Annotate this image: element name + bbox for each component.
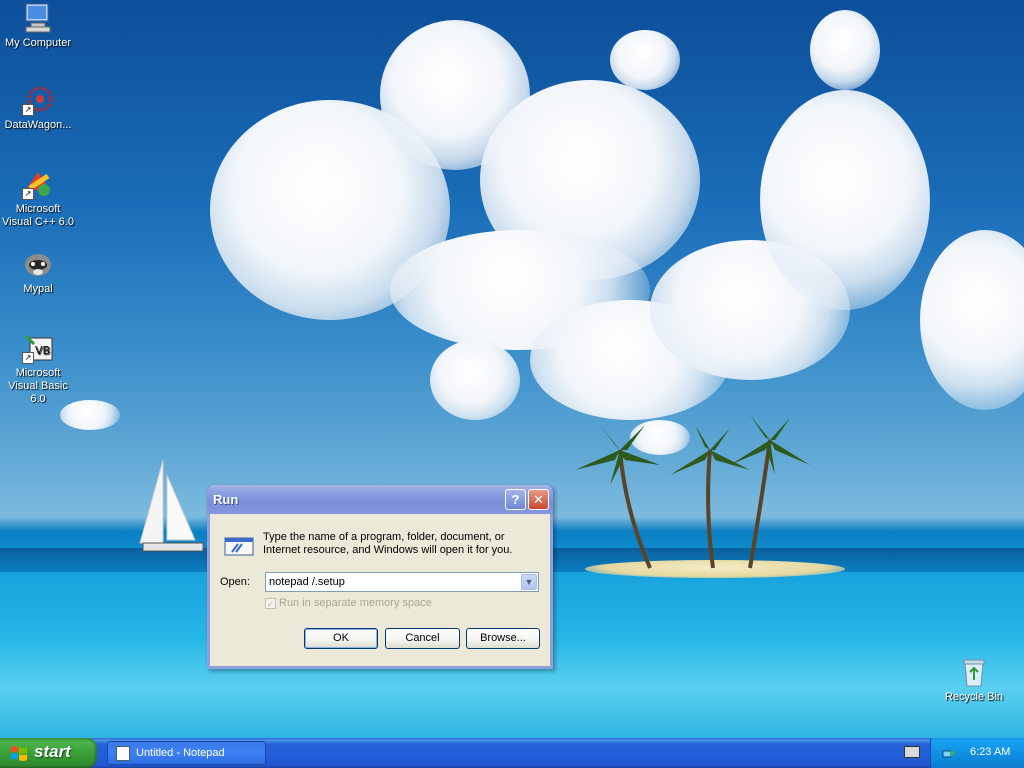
recycle-bin-icon (958, 656, 990, 688)
separate-memory-label: Run in separate memory space (279, 597, 432, 609)
desktop-icon-visual-basic[interactable]: VB ↗ Microsoft Visual Basic 6.0 (0, 332, 76, 406)
system-tray: 6:23 AM (930, 738, 1024, 768)
run-icon (222, 534, 256, 558)
desktop-icon-datawagon[interactable]: ↗ DataWagon... (0, 84, 76, 132)
cloud (760, 90, 930, 310)
open-label: Open: (220, 576, 250, 588)
run-dialog-title: Run (213, 492, 239, 507)
taskbar: start Untitled - Notepad 6:23 AM (0, 738, 1024, 768)
clock[interactable]: 6:23 AM (970, 746, 1010, 758)
desktop-icon-my-computer[interactable]: My Computer (0, 2, 76, 50)
palm-trees (575, 415, 810, 569)
visual-basic-icon: VB ↗ (22, 332, 54, 364)
open-input[interactable] (269, 575, 517, 589)
cancel-button[interactable]: Cancel (385, 628, 460, 649)
network-icon[interactable] (942, 746, 956, 760)
shortcut-arrow-icon: ↗ (22, 352, 34, 364)
shortcut-arrow-icon: ↗ (22, 104, 34, 116)
run-dialog-body: Type the name of a program, folder, docu… (210, 514, 550, 666)
my-computer-icon (22, 2, 54, 34)
icon-label: Microsoft Visual C++ 6.0 (2, 203, 74, 228)
separate-memory-checkbox[interactable]: ✓ (265, 598, 276, 609)
sailboat (139, 459, 204, 552)
shortcut-arrow-icon: ↗ (22, 188, 34, 200)
cloud (610, 30, 680, 90)
desktop-icon-visual-cpp[interactable]: ↗ Microsoft Visual C++ 6.0 (0, 168, 76, 229)
taskbar-button-label: Untitled - Notepad (136, 747, 225, 759)
run-dialog-titlebar[interactable]: Run ? ✕ (207, 485, 553, 514)
ok-button[interactable]: OK (304, 628, 378, 649)
keyboard-icon[interactable] (904, 746, 920, 758)
open-combobox[interactable]: ▼ (265, 572, 539, 592)
icon-label: DataWagon... (4, 119, 72, 131)
taskbar-button-notepad[interactable]: Untitled - Notepad (107, 741, 266, 765)
desktop-icon-recycle-bin[interactable]: Recycle Bin (936, 656, 1012, 704)
icon-label: Recycle Bin (944, 691, 1004, 703)
desktop-icon-mypal[interactable]: Mypal (0, 248, 76, 296)
notepad-icon (116, 746, 130, 761)
windows-logo-icon (10, 745, 28, 762)
icon-label: Microsoft Visual Basic 6.0 (8, 367, 68, 405)
mypal-icon (22, 248, 54, 280)
icon-label: My Computer (4, 37, 72, 49)
cloud (810, 10, 880, 90)
chevron-down-icon[interactable]: ▼ (521, 574, 537, 590)
close-button[interactable]: ✕ (528, 489, 549, 510)
icon-label: Mypal (23, 283, 53, 295)
cloud (430, 340, 520, 420)
run-dialog: Run ? ✕ Type the name of a program, fold… (207, 485, 553, 669)
start-label: start (34, 742, 71, 761)
run-description: Type the name of a program, folder, docu… (263, 531, 513, 556)
help-button[interactable]: ? (505, 489, 526, 510)
cloud (920, 230, 1024, 410)
start-button[interactable]: start (0, 738, 97, 768)
visual-cpp-icon: ↗ (22, 168, 54, 200)
browse-button[interactable]: Browse... (466, 628, 540, 649)
datawagon-icon: ↗ (22, 84, 54, 116)
svg-text:VB: VB (35, 344, 50, 357)
